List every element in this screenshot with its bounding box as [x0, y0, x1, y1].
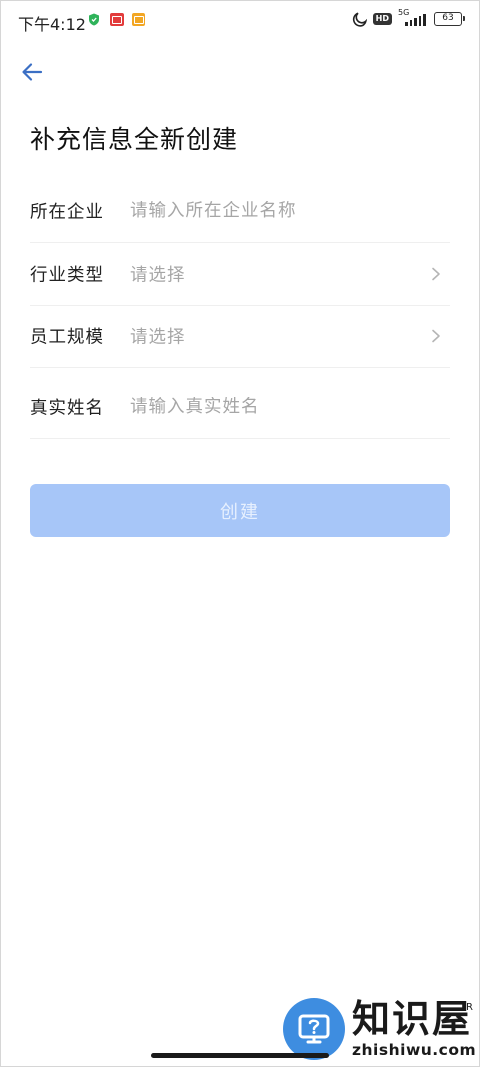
home-indicator[interactable] — [151, 1053, 329, 1058]
industry-label: 行业类型 — [30, 265, 104, 286]
staff-size-row[interactable]: 员工规模 请选择 — [30, 305, 450, 368]
staff-size-select[interactable]: 请选择 — [130, 324, 450, 349]
battery-icon: 63 — [434, 12, 465, 26]
shield-icon — [88, 13, 100, 26]
signal-icon: 5G — [398, 8, 428, 27]
watermark-registered-mark: R — [466, 1002, 473, 1013]
question-monitor-icon — [298, 1014, 330, 1044]
watermark-url: zhishiwu.com — [352, 1041, 477, 1059]
watermark-brand: 知识屋 — [352, 996, 473, 1041]
moon-icon — [352, 11, 367, 27]
app-notification-icon — [110, 13, 124, 26]
industry-select[interactable]: 请选择 — [130, 262, 450, 287]
company-row: 所在企业 — [30, 180, 450, 243]
mail-notification-icon — [132, 13, 145, 26]
real-name-row: 真实姓名 — [30, 376, 450, 439]
real-name-input[interactable] — [130, 397, 450, 417]
status-right-group: HD 5G 63 — [352, 8, 465, 27]
hd-badge: HD — [372, 13, 392, 25]
company-label: 所在企业 — [30, 202, 104, 223]
company-input[interactable] — [130, 201, 450, 221]
industry-row[interactable]: 行业类型 请选择 — [30, 243, 450, 306]
page-title: 补充信息全新创建 — [30, 125, 239, 154]
real-name-label: 真实姓名 — [30, 398, 104, 419]
chevron-right-icon — [432, 329, 440, 343]
arrow-left-icon — [22, 63, 43, 81]
watermark-logo — [283, 998, 345, 1060]
chevron-right-icon — [432, 267, 440, 281]
back-button[interactable] — [18, 58, 46, 86]
create-button[interactable]: 创建 — [30, 484, 450, 537]
staff-size-label: 员工规模 — [30, 327, 104, 348]
status-time: 下午4:12 — [18, 15, 86, 34]
status-bar: 下午4:12 HD 5G 63 — [0, 0, 480, 42]
